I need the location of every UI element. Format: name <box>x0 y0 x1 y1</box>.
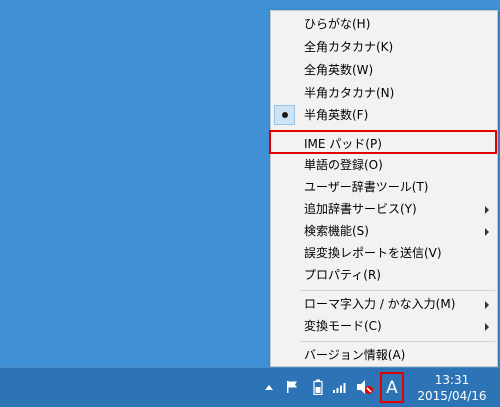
menu-separator <box>300 290 495 291</box>
menu-item-properties[interactable]: プロパティ(R) <box>271 264 497 286</box>
submenu-arrow-icon <box>485 228 489 236</box>
ime-mode-indicator[interactable]: A <box>380 372 404 403</box>
menu-item-label: ひらがな(H) <box>304 17 371 31</box>
menu-item-label: 半角英数(F) <box>304 108 369 122</box>
menu-item-user-dictionary-tool[interactable]: ユーザー辞書ツール(T) <box>271 176 497 198</box>
menu-item-label: 単語の登録(O) <box>304 158 383 172</box>
menu-item-send-misconversion-report[interactable]: 誤変換レポートを送信(V) <box>271 242 497 264</box>
taskbar: A 13:31 2015/04/16 <box>0 367 500 407</box>
volume-muted-icon[interactable] <box>356 379 374 395</box>
menu-item-label: 半角カタカナ(N) <box>304 86 395 100</box>
radio-checked-indicator <box>274 105 295 125</box>
ime-pad-highlight-frame <box>269 130 497 154</box>
menu-item-hiragana[interactable]: ひらがな(H) <box>271 13 497 35</box>
menu-item-label: ユーザー辞書ツール(T) <box>304 180 429 194</box>
menu-item-label: 検索機能(S) <box>304 224 369 238</box>
ime-context-menu: ひらがな(H) 全角カタカナ(K) 全角英数(W) 半角カタカナ(N) 半角英数… <box>270 10 498 367</box>
submenu-arrow-icon <box>485 323 489 331</box>
chevron-up-icon[interactable] <box>265 385 273 390</box>
menu-item-label: 全角カタカナ(K) <box>304 40 394 54</box>
menu-item-label: 変換モード(C) <box>304 319 382 333</box>
signal-bars-icon[interactable] <box>332 381 348 393</box>
bullet-icon <box>282 112 288 118</box>
ime-mode-label: A <box>386 378 398 398</box>
menu-item-label: ローマ字入力 / かな入力(M) <box>304 297 456 311</box>
menu-item-label: バージョン情報(A) <box>304 348 406 362</box>
menu-item-register-word[interactable]: 単語の登録(O) <box>271 154 497 176</box>
menu-item-hankaku-katakana[interactable]: 半角カタカナ(N) <box>271 82 497 104</box>
menu-item-romaji-kana-input[interactable]: ローマ字入力 / かな入力(M) <box>271 293 497 315</box>
menu-item-version-info[interactable]: バージョン情報(A) <box>271 344 497 366</box>
taskbar-clock[interactable]: 13:31 2015/04/16 <box>412 372 492 404</box>
battery-icon[interactable] <box>313 379 323 395</box>
menu-item-label: プロパティ(R) <box>304 268 381 282</box>
clock-time: 13:31 <box>434 373 470 387</box>
submenu-arrow-icon <box>485 301 489 309</box>
clock-date: 2015/04/16 <box>417 389 487 403</box>
menu-item-conversion-mode[interactable]: 変換モード(C) <box>271 315 497 337</box>
action-center-flag-icon[interactable] <box>285 380 299 394</box>
menu-item-label: 誤変換レポートを送信(V) <box>304 246 442 260</box>
menu-separator <box>300 341 495 342</box>
menu-item-additional-dictionary[interactable]: 追加辞書サービス(Y) <box>271 198 497 220</box>
menu-item-hankaku-eisu[interactable]: 半角英数(F) <box>271 104 497 126</box>
submenu-arrow-icon <box>485 206 489 214</box>
menu-item-zenkaku-katakana[interactable]: 全角カタカナ(K) <box>271 36 497 58</box>
menu-item-search-function[interactable]: 検索機能(S) <box>271 220 497 242</box>
menu-item-zenkaku-eisu[interactable]: 全角英数(W) <box>271 59 497 81</box>
menu-item-label: 追加辞書サービス(Y) <box>304 202 417 216</box>
menu-item-label: 全角英数(W) <box>304 63 374 77</box>
